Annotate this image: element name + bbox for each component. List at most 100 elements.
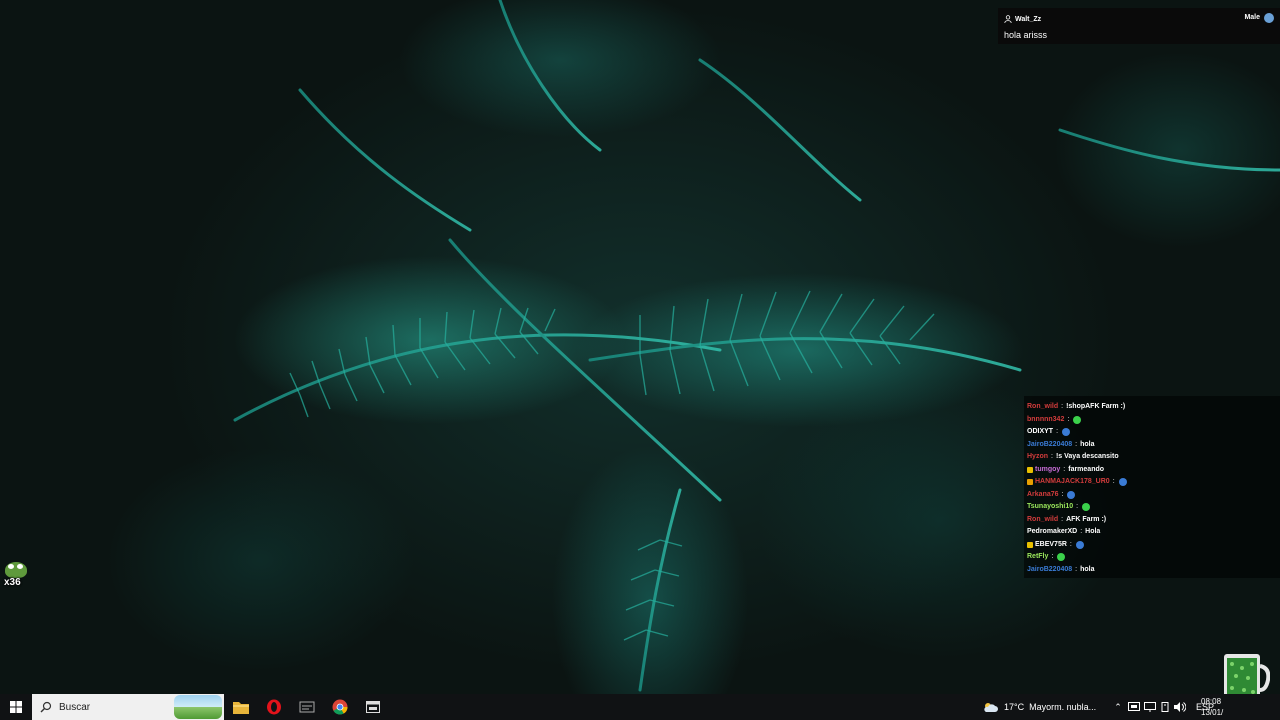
opera-button[interactable] — [258, 694, 290, 720]
system-tray: ⌃ ESP — [1112, 694, 1214, 720]
chevron-up-icon[interactable]: ⌃ — [1112, 702, 1124, 713]
chat-line: ODIXYT: — [1027, 426, 1071, 438]
chrome-icon — [332, 699, 348, 715]
user-icon — [1004, 15, 1012, 23]
chat-separator: : — [1080, 528, 1083, 535]
chat-separator: : — [1063, 465, 1066, 473]
chat-line: Ron_wild: !shopAFK Farm :) — [1027, 401, 1125, 413]
chat-username: Ron_wild — [1027, 403, 1059, 410]
chat-separator: : — [1061, 490, 1064, 498]
chat-emote-icon — [1075, 540, 1084, 549]
desktop-wallpaper — [0, 0, 1280, 694]
chat-emote-icon — [1062, 428, 1071, 436]
chat-emote-icon — [1118, 478, 1127, 486]
chat-line: Ron_wild: AFK Farm :) — [1027, 514, 1106, 526]
taskbar-app-button[interactable] — [291, 694, 323, 720]
chat-separator: : — [1069, 540, 1072, 548]
chat-line: EBEV75R: — [1027, 539, 1084, 551]
search-highlight-image[interactable] — [174, 695, 222, 719]
chat-message: Hola — [1085, 528, 1101, 535]
chat-username: JairoB220408 — [1027, 440, 1073, 448]
clock-date: 13/01/ — [1201, 708, 1224, 717]
chat-line: PedromakerXD: Hola — [1027, 526, 1100, 538]
chat-username: PedromakerXD — [1027, 528, 1078, 535]
clock-time: 08:08 — [1201, 697, 1222, 706]
chat-separator: : — [1051, 453, 1053, 460]
chat-separator: : — [1075, 565, 1078, 573]
chat-username: Arkana76 — [1027, 490, 1059, 498]
clock[interactable]: 08:08 13/01/ — [1201, 694, 1223, 720]
search-placeholder: Buscar — [59, 701, 91, 713]
chat-emote-icon — [1057, 553, 1066, 561]
chat-line: HANMAJACK178_UR0: — [1027, 476, 1127, 488]
chat-separator: : — [1112, 478, 1115, 485]
chat-username: RetFly — [1027, 553, 1049, 560]
window-switch-icon — [366, 701, 380, 713]
chat-message: hola — [1080, 440, 1095, 448]
chat-username: bnnnnn342 — [1027, 415, 1065, 423]
chat-emote-icon — [1082, 503, 1091, 511]
weather-widget[interactable]: 17°C Mayorm. nubla... — [982, 694, 1096, 720]
chat-separator: : — [1056, 428, 1059, 435]
weather-desc: Mayorm. nubla... — [1029, 702, 1097, 712]
window-switch-button[interactable] — [357, 694, 389, 720]
file-explorer-button[interactable] — [225, 694, 257, 720]
cloud-sun-icon — [984, 703, 998, 712]
chrome-button[interactable] — [324, 694, 356, 720]
chat-separator: : — [1051, 553, 1054, 560]
chat-line: tumgoy: farmeando — [1027, 464, 1104, 476]
chat-line: bnnnnn342: — [1027, 414, 1082, 426]
chat-separator: : — [1061, 403, 1064, 410]
chat-message: !shopAFK Farm :) — [1066, 403, 1126, 410]
chat-line: JairoB220408: hola — [1027, 439, 1095, 451]
chat-line: JairoB220408: hola — [1027, 564, 1095, 576]
search-icon — [40, 701, 52, 713]
chat-username: JairoB220408 — [1027, 565, 1073, 573]
chat-username: Hyzon — [1027, 453, 1048, 460]
chat-badge-icon — [1027, 466, 1033, 473]
device-icon[interactable] — [1128, 702, 1140, 712]
chat-emote-icon — [1073, 415, 1082, 424]
chat-badge-icon — [1027, 541, 1033, 548]
opera-icon — [267, 699, 281, 715]
network-icon[interactable] — [1144, 702, 1156, 712]
start-button[interactable] — [0, 694, 32, 720]
pepe-frog-icon[interactable] — [5, 562, 27, 578]
chat-username: HANMAJACK178_UR0 — [1035, 478, 1110, 485]
file-explorer-icon — [233, 702, 249, 714]
taskbar-search-box[interactable]: Buscar — [32, 694, 224, 720]
notification-username: Walt_Zz — [1015, 15, 1042, 23]
taskbar-app-icon — [299, 701, 315, 713]
chat-line: Tsunayoshi10: — [1027, 501, 1091, 513]
chat-separator: : — [1061, 515, 1064, 523]
chat-username: EBEV75R — [1035, 540, 1067, 548]
chat-line: Arkana76: — [1027, 489, 1076, 501]
weather-temp: 17°C — [1004, 702, 1025, 712]
chat-message: AFK Farm :) — [1066, 515, 1107, 523]
volume-icon[interactable] — [1174, 702, 1186, 712]
chat-separator: : — [1067, 415, 1070, 423]
chat-separator: : — [1075, 440, 1078, 448]
chat-separator: : — [1076, 503, 1079, 510]
stream-chat-overlay: Ron_wild: !shopAFK Farm :) bnnnnn342: ODIXY… — [1024, 396, 1280, 578]
chat-badge-icon — [1027, 479, 1033, 485]
chat-message: !s Vaya descansito — [1055, 453, 1119, 460]
chat-username: Tsunayoshi10 — [1027, 503, 1074, 510]
chat-username: Ron_wild — [1027, 515, 1059, 523]
notification-gender: Male — [1244, 14, 1260, 21]
chat-line: Hyzon: !s Vaya descansito — [1027, 451, 1119, 463]
notification-message: hola arisss — [1004, 30, 1048, 40]
chat-line: RetFly: — [1027, 551, 1066, 563]
taskbar: Buscar 17°C Mayorm. nubla... ⌃ ESP 08:08… — [0, 694, 1280, 720]
chat-notification: Walt_Zz Male hola arisss — [998, 8, 1280, 44]
fern-leaves — [233, 0, 1280, 692]
windows-logo-icon — [10, 701, 22, 713]
widget-count: x36 — [4, 577, 21, 588]
chat-username: tumgoy — [1035, 465, 1061, 473]
chat-username: ODIXYT — [1027, 428, 1054, 435]
chat-message: farmeando — [1068, 465, 1105, 473]
chat-message: hola — [1080, 565, 1095, 573]
usb-icon[interactable] — [1160, 702, 1170, 712]
chat-emote-icon — [1067, 490, 1076, 499]
gender-avatar-icon — [1264, 13, 1274, 23]
